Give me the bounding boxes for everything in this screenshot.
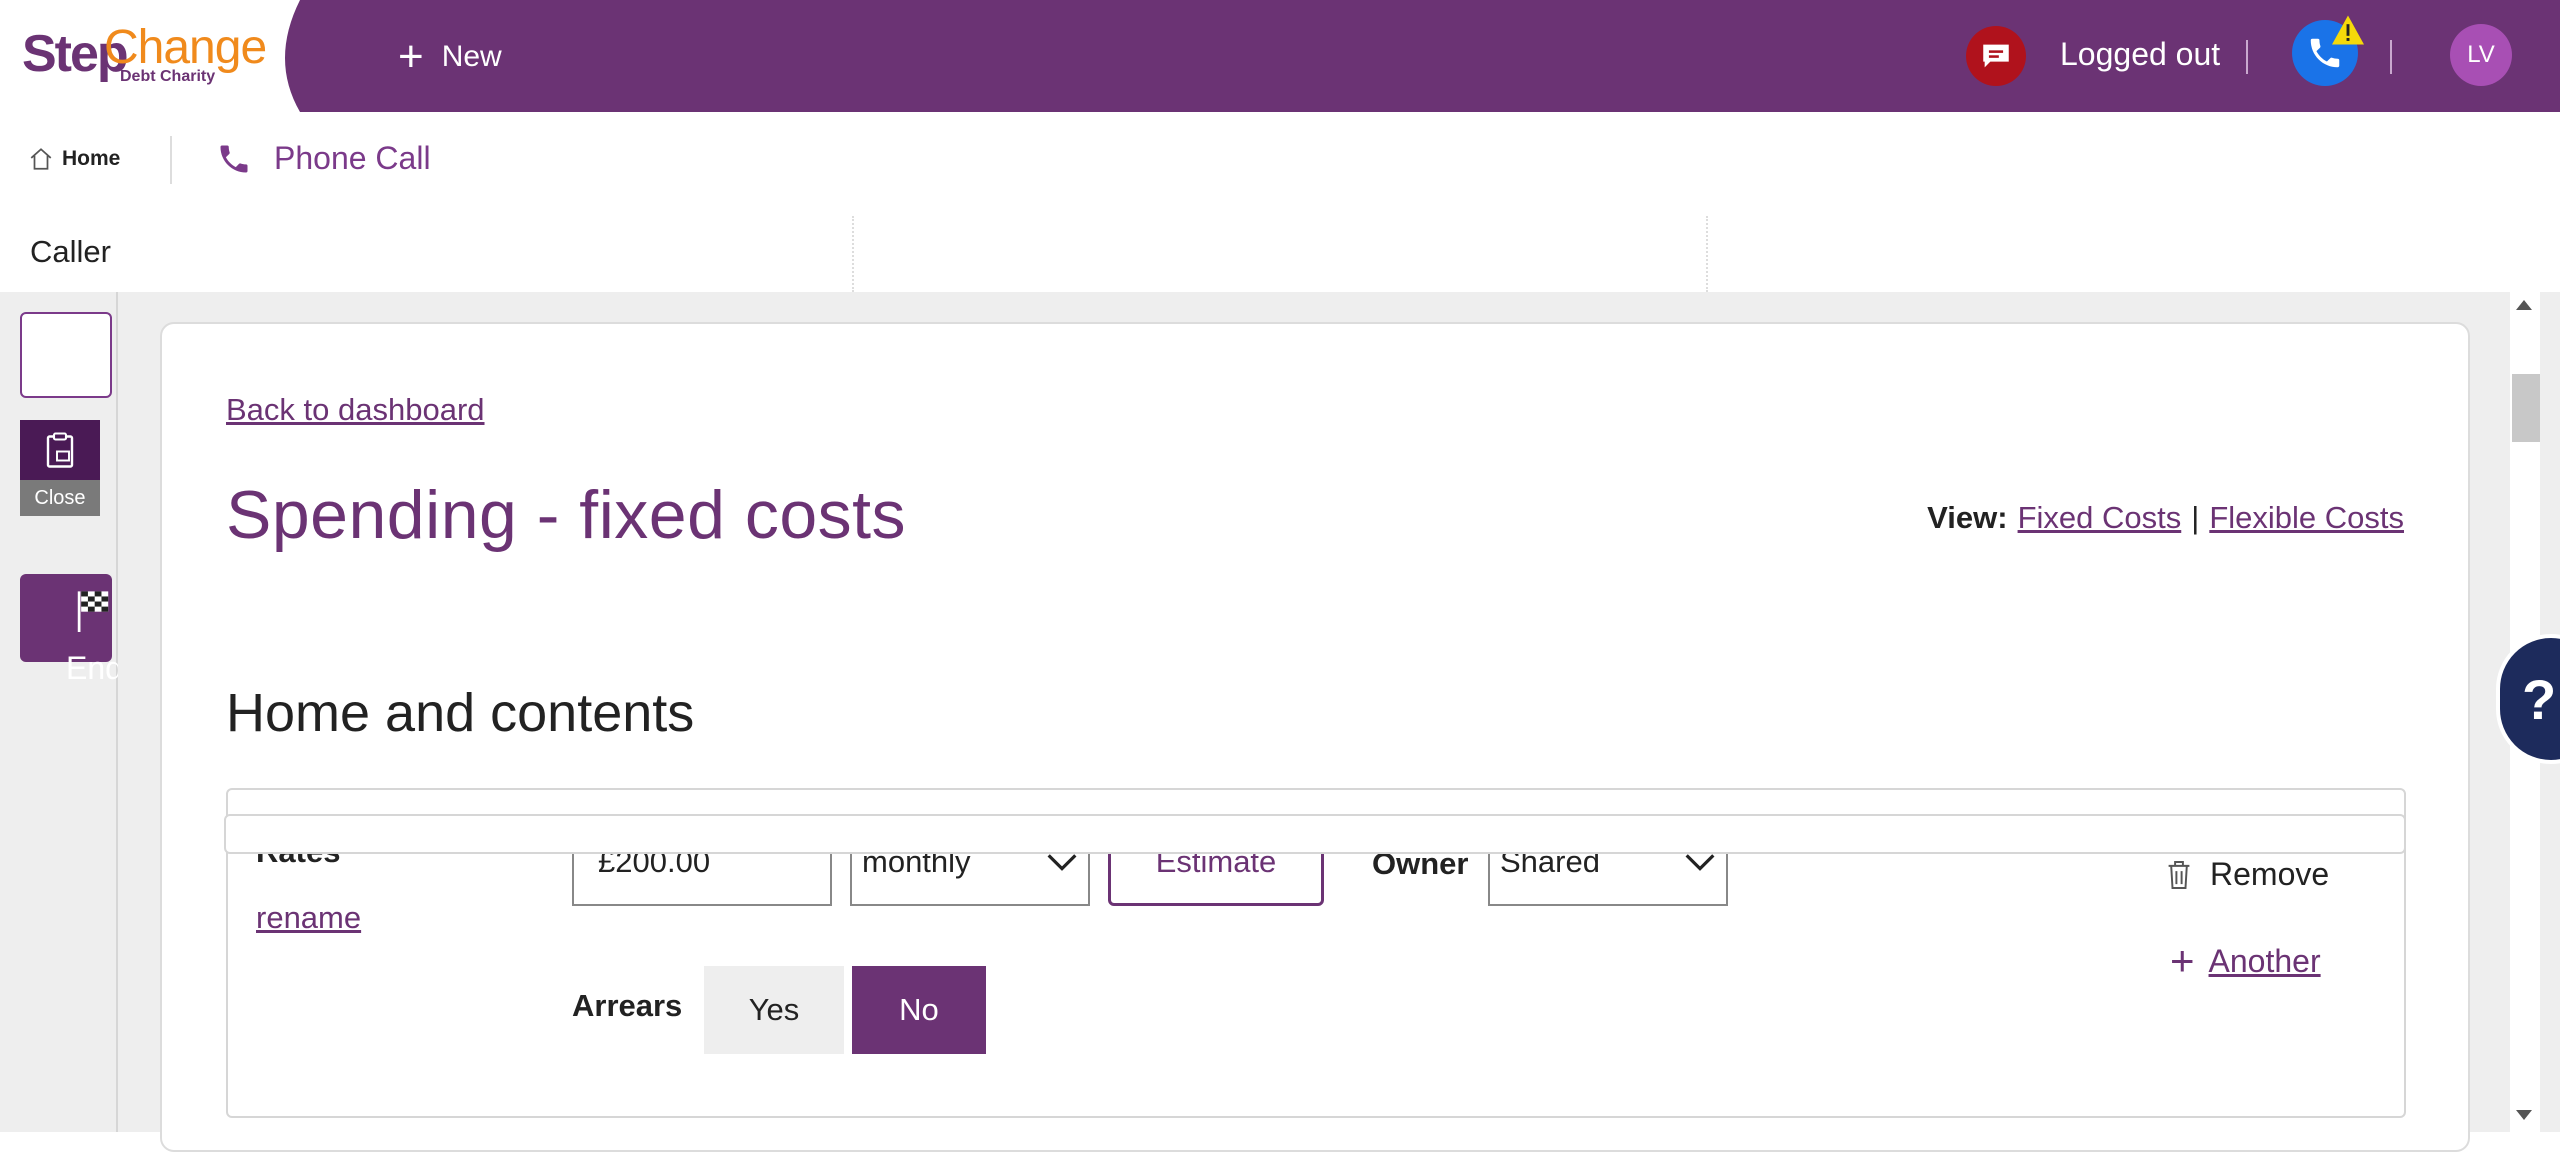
rail-blank-button[interactable] <box>20 312 112 398</box>
left-rail: Close <box>0 292 118 1132</box>
home-icon <box>30 148 52 170</box>
view-switcher: View: Fixed Costs | Flexible Costs <box>1927 500 2404 536</box>
back-to-dashboard-link[interactable]: Back to dashboard <box>226 392 485 428</box>
caller-row: Caller <box>0 216 2560 292</box>
tab-row: Home Phone Call <box>0 112 2560 216</box>
top-bar: Step Change Debt Charity + New Logged ou… <box>0 0 2560 112</box>
chevron-down-icon <box>1047 854 1077 871</box>
warning-icon <box>2332 15 2364 45</box>
tab-home-label: Home <box>62 147 121 170</box>
login-status: Logged out <box>2060 36 2221 72</box>
scroll-thumb[interactable] <box>2512 374 2540 442</box>
next-expense-item <box>224 814 2406 854</box>
add-another-button[interactable]: + Another <box>2170 940 2321 982</box>
view-fixed-costs-link[interactable]: Fixed Costs <box>2018 500 2182 536</box>
page-title: Spending - fixed costs <box>226 477 907 553</box>
rename-link[interactable]: rename <box>256 900 361 936</box>
chat-bubble-icon <box>1983 44 2009 68</box>
scroll-down-arrow-icon[interactable] <box>2516 1110 2532 1120</box>
trash-icon <box>2168 860 2190 889</box>
header-divider <box>2246 40 2248 74</box>
plus-icon: + <box>398 32 424 81</box>
close-button-icon-area <box>20 420 100 480</box>
arrears-yes-button[interactable]: Yes <box>704 966 844 1054</box>
avatar[interactable]: LV <box>2450 24 2512 86</box>
tab-phone-call-label: Phone Call <box>274 140 431 176</box>
new-button-label: New <box>441 40 502 73</box>
end-session-label: End Session <box>66 650 118 686</box>
phone-call-icon <box>220 145 248 172</box>
tab-home[interactable]: Home <box>28 146 120 172</box>
view-label: View: <box>1927 500 2008 535</box>
new-button[interactable]: + New <box>398 34 502 80</box>
caller-label: Caller <box>30 234 111 269</box>
column-divider <box>1706 216 1708 292</box>
logo[interactable]: Step Change Debt Charity <box>0 0 300 112</box>
column-divider <box>852 216 854 292</box>
main-area: Close End Session Back to dashboard Spen… <box>0 292 2560 1152</box>
arrears-label: Arrears <box>572 988 683 1023</box>
close-button-label: Close <box>20 480 100 516</box>
remove-button-label: Remove <box>2210 856 2330 892</box>
logo-change-text: Change <box>104 21 267 74</box>
tab-divider <box>170 136 172 184</box>
checkered-flag-icon <box>77 591 109 632</box>
chevron-down-icon <box>1685 854 1715 871</box>
close-button[interactable]: Close <box>20 420 100 516</box>
clipboard-icon <box>46 432 74 468</box>
add-another-label: Another <box>2208 942 2321 979</box>
content-card: Back to dashboard Spending - fixed costs… <box>160 322 2470 1152</box>
view-separator: | <box>2191 500 2200 535</box>
section-title: Home and contents <box>226 683 695 743</box>
tab-phone-call[interactable]: Phone Call <box>216 140 431 177</box>
chat-icon[interactable] <box>1966 26 2026 86</box>
header-divider <box>2390 40 2392 74</box>
remove-button[interactable]: Remove <box>2166 856 2329 893</box>
plus-icon: + <box>2170 937 2195 984</box>
view-flexible-costs-link[interactable]: Flexible Costs <box>2209 500 2404 536</box>
scroll-up-arrow-icon[interactable] <box>2516 300 2532 310</box>
logo-subtitle: Debt Charity <box>120 68 216 85</box>
arrears-no-button[interactable]: No <box>852 966 986 1054</box>
